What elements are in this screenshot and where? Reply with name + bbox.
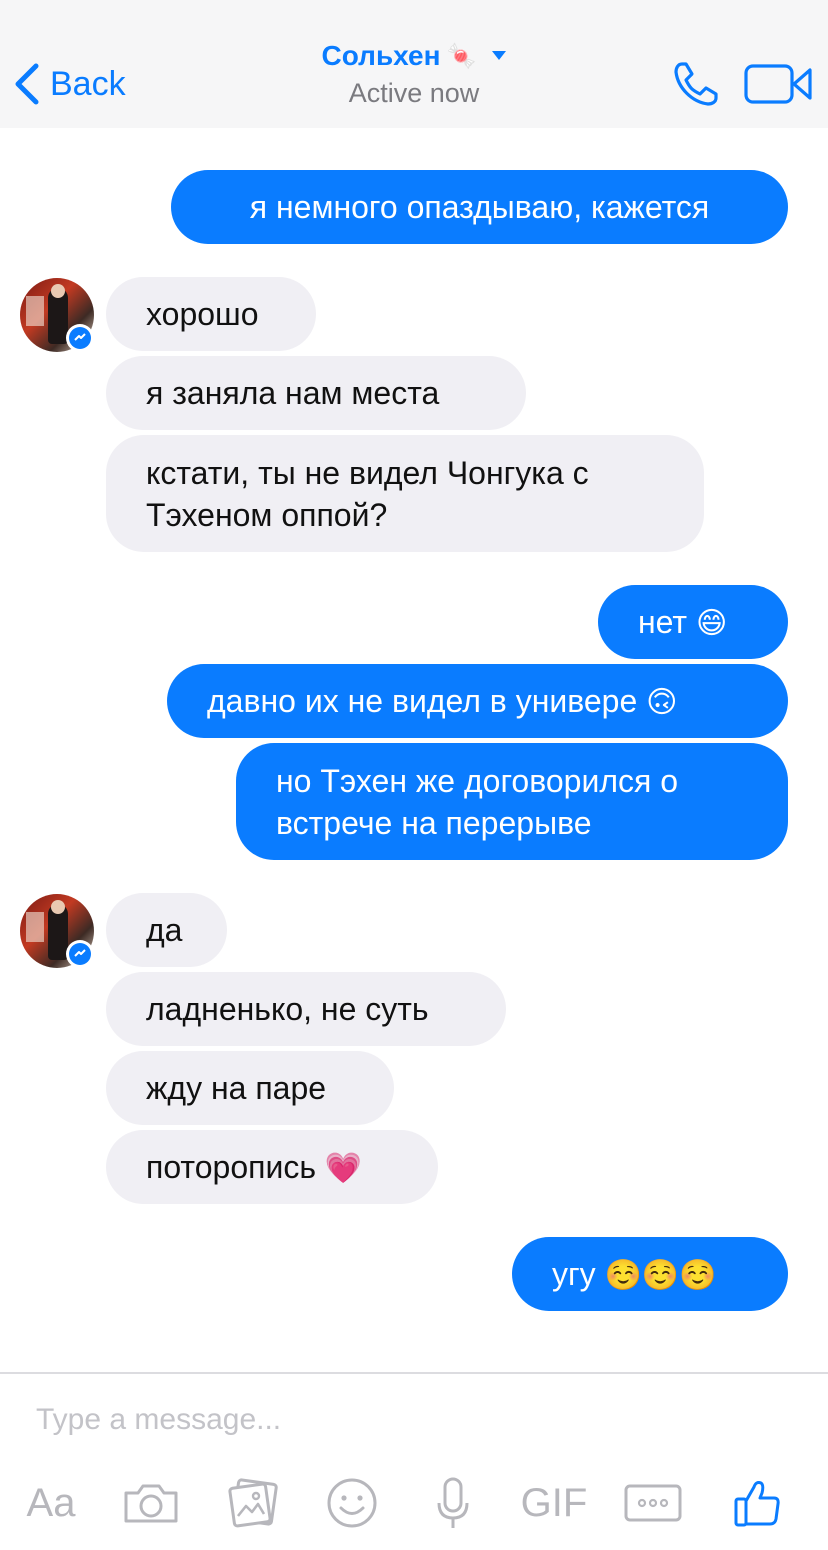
messenger-badge-icon <box>66 940 94 968</box>
message-text: поторопись <box>146 1149 316 1185</box>
microphone-icon <box>437 1477 469 1528</box>
composer-divider <box>0 1372 828 1374</box>
presence-status: Active now <box>348 78 480 108</box>
emoji-button[interactable] <box>326 1474 378 1532</box>
back-button[interactable]: Back <box>14 60 126 108</box>
voice-button[interactable] <box>434 1474 472 1532</box>
message-text-line: но Тэхен же договорился о <box>276 763 678 799</box>
message-text-line: Тэхеном оппой? <box>146 497 388 533</box>
text-format-label: Aa <box>26 1480 76 1525</box>
message-text: да <box>146 912 183 948</box>
message-incoming[interactable]: я заняла нам места <box>106 356 526 430</box>
message-text: жду на паре <box>146 1070 327 1106</box>
message-text: угу <box>552 1256 596 1292</box>
back-label: Back <box>50 64 126 103</box>
message-incoming[interactable]: ладненько, не суть <box>106 972 506 1046</box>
gif-label: GIF <box>520 1480 588 1525</box>
camera-icon <box>124 1484 178 1523</box>
message-input[interactable] <box>36 1398 776 1442</box>
growing-heart-emoji: 💗 <box>324 1151 363 1186</box>
message-incoming[interactable]: жду на паре <box>106 1051 394 1125</box>
message-text-line: встрече на перерыве <box>276 805 592 841</box>
message-text: давно их не видел в универе <box>207 683 638 719</box>
message-text: нет <box>638 604 688 640</box>
candy-emoji: 🍬 <box>446 42 477 70</box>
smiling-face-emoji: ☺️☺️☺️ <box>604 1258 717 1293</box>
messenger-badge-icon <box>66 324 94 352</box>
like-button[interactable] <box>732 1474 784 1532</box>
message-outgoing[interactable]: но Тэхен же договорился о встрече на пер… <box>236 743 788 860</box>
message-text: я немного опаздываю, кажется <box>249 189 710 225</box>
smiley-icon <box>327 1478 377 1528</box>
message-outgoing[interactable]: давно их не видел в универе 🙃 <box>167 664 788 738</box>
conversation-title[interactable]: Сольхен 🍬 Active now <box>264 40 564 109</box>
more-icon <box>624 1484 682 1522</box>
more-button[interactable] <box>624 1474 682 1532</box>
message-outgoing[interactable]: нет 😄 <box>598 585 788 659</box>
message-text: я заняла нам места <box>146 375 440 411</box>
chevron-left-icon <box>15 63 39 105</box>
gallery-button[interactable] <box>226 1474 280 1532</box>
chat-header: Back Сольхен 🍬 Active now <box>0 0 828 128</box>
message-incoming[interactable]: да <box>106 893 227 967</box>
contact-name: Сольхен <box>321 40 441 71</box>
message-text: хорошо <box>146 296 259 332</box>
grinning-emoji: 😄 <box>695 606 728 641</box>
dropdown-caret-icon <box>492 51 507 60</box>
text-format-button[interactable]: Aa <box>20 1474 82 1532</box>
video-camera-icon[interactable] <box>744 62 814 106</box>
message-text: ладненько, не суть <box>146 991 429 1027</box>
message-outgoing[interactable]: я немного опаздываю, кажется <box>171 170 788 244</box>
message-text-line: кстати, ты не видел Чонгука с <box>146 455 589 491</box>
photo-gallery-icon <box>228 1478 278 1528</box>
message-outgoing[interactable]: угу ☺️☺️☺️ <box>512 1237 788 1311</box>
gif-button[interactable]: GIF <box>518 1474 590 1532</box>
camera-button[interactable] <box>122 1474 180 1532</box>
thumbs-up-icon <box>734 1481 780 1527</box>
message-incoming[interactable]: кстати, ты не видел Чонгука с Тэхеном оп… <box>106 435 704 552</box>
upside-down-face-emoji: 🙃 <box>646 685 678 720</box>
message-incoming[interactable]: хорошо <box>106 277 316 351</box>
phone-icon[interactable] <box>672 60 720 108</box>
message-incoming[interactable]: поторопись 💗 <box>106 1130 438 1204</box>
